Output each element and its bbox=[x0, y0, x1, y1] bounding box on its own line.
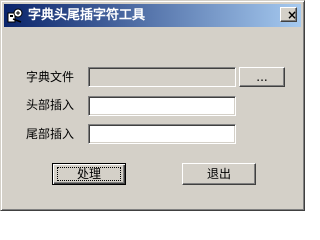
browse-button[interactable]: ... bbox=[239, 67, 285, 87]
exit-button[interactable]: 退出 bbox=[182, 163, 256, 185]
window-title: 字典头尾插字符工具 bbox=[28, 8, 146, 23]
close-button[interactable]: × bbox=[280, 7, 297, 22]
tail-insert-label: 尾部插入 bbox=[26, 127, 75, 141]
title-bar[interactable]: 字典头尾插字符工具 × bbox=[4, 4, 301, 27]
app-icon bbox=[7, 7, 24, 24]
head-insert-field[interactable] bbox=[88, 96, 236, 116]
head-insert-label: 头部插入 bbox=[26, 98, 75, 112]
tail-insert-field[interactable] bbox=[88, 124, 236, 144]
dict-file-field bbox=[88, 67, 236, 87]
dialog-window: 字典头尾插字符工具 × 字典文件 ... 头部插入 尾部插入 处理 退出 bbox=[0, 0, 305, 211]
process-button-label: 处理 bbox=[76, 167, 101, 181]
dict-file-label: 字典文件 bbox=[26, 70, 75, 84]
process-button[interactable]: 处理 bbox=[52, 163, 126, 185]
